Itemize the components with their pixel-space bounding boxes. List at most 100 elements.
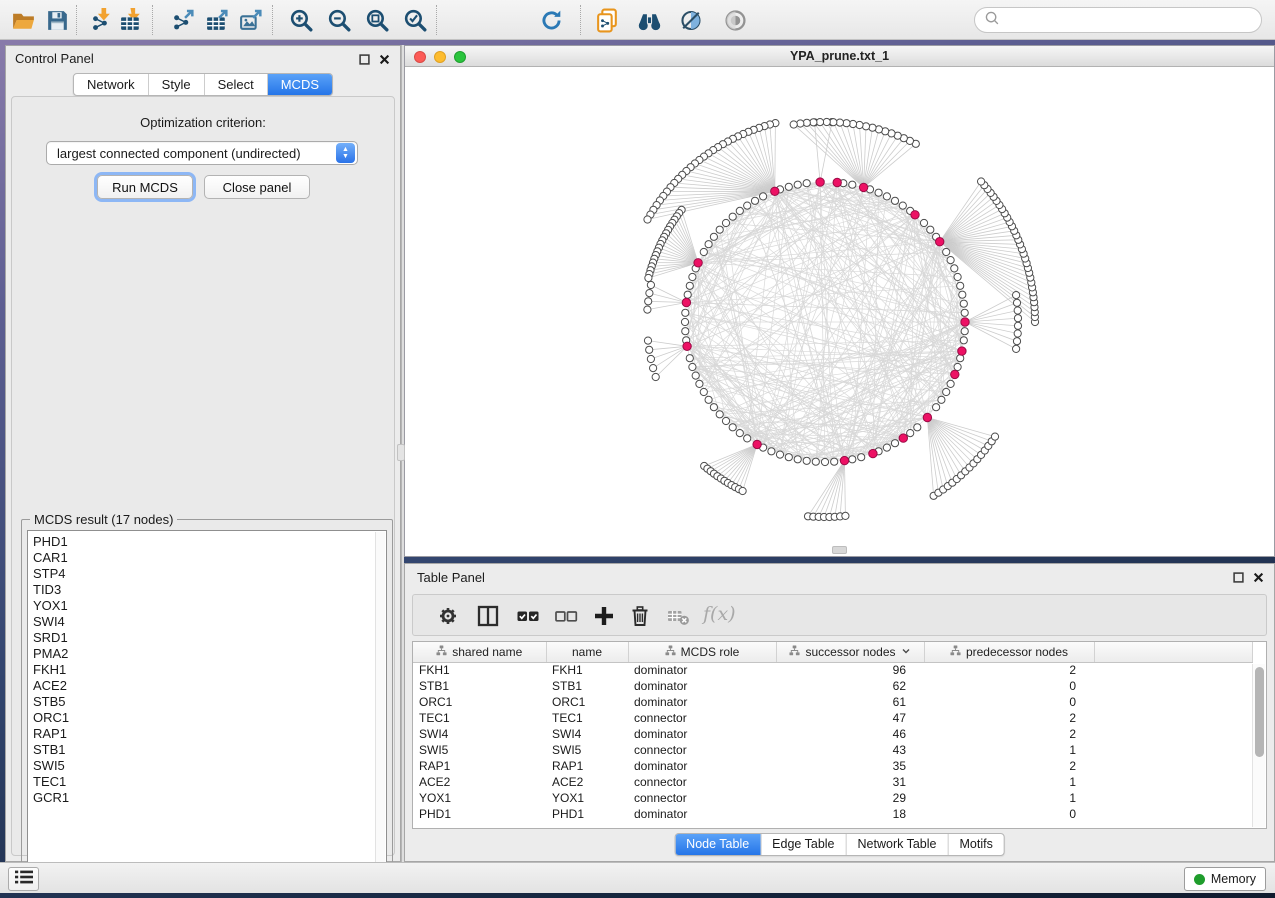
graph-node[interactable] [710, 233, 717, 240]
graph-node[interactable] [1014, 330, 1021, 337]
mcds-result-item[interactable]: GCR1 [28, 790, 386, 806]
graph-node[interactable] [646, 346, 653, 353]
search-box[interactable] [974, 7, 1262, 33]
tab-edge-table[interactable]: Edge Table [760, 834, 845, 855]
column-header-shared-name[interactable]: shared name [413, 642, 546, 662]
graph-node[interactable] [1014, 315, 1021, 322]
mcds-result-item[interactable]: ORC1 [28, 710, 386, 726]
mcds-result-item[interactable]: STP4 [28, 566, 386, 582]
table-row[interactable]: FKH1FKH1dominator962 [413, 662, 1252, 678]
column-header-successor-nodes[interactable]: successor nodes [776, 642, 924, 662]
graph-node[interactable] [957, 282, 964, 289]
table-row[interactable]: ACE2ACE2connector311 [413, 774, 1252, 790]
graph-node[interactable] [1014, 322, 1021, 329]
open-folder-icon[interactable] [10, 7, 37, 34]
window-close-button[interactable] [414, 51, 426, 63]
mcds-result-item[interactable]: PMA2 [28, 646, 386, 662]
graph-mcds-node[interactable] [923, 413, 931, 421]
graph-node[interactable] [736, 430, 743, 437]
mcds-result-item[interactable]: YOX1 [28, 598, 386, 614]
graph-node[interactable] [729, 213, 736, 220]
style-preview-icon[interactable] [678, 7, 705, 34]
graph-mcds-node[interactable] [683, 342, 691, 350]
import-network-icon[interactable] [88, 7, 115, 34]
mcds-result-item[interactable]: PHD1 [28, 534, 386, 550]
graph-node[interactable] [739, 487, 746, 494]
graph-node[interactable] [803, 457, 810, 464]
save-icon[interactable] [44, 7, 71, 34]
graph-node[interactable] [700, 248, 707, 255]
table-row[interactable]: RAP1RAP1dominator352 [413, 758, 1252, 774]
graph-mcds-node[interactable] [936, 238, 944, 246]
graph-node[interactable] [1013, 345, 1020, 352]
graph-node[interactable] [692, 372, 699, 379]
optimization-criterion-dropdown[interactable]: largest connected component (undirected)… [46, 141, 358, 165]
graph-node[interactable] [751, 197, 758, 204]
graph-node[interactable] [869, 124, 876, 131]
column-header-MCDS-role[interactable]: MCDS role [628, 642, 776, 662]
graph-node[interactable] [700, 388, 707, 395]
graph-mcds-node[interactable] [694, 259, 702, 267]
mcds-result-list[interactable]: PHD1CAR1STP4TID3YOX1SWI4SRD1PMA2FKH1ACE2… [27, 530, 387, 883]
graph-node[interactable] [729, 424, 736, 431]
graph-node[interactable] [686, 282, 693, 289]
graph-node[interactable] [891, 197, 898, 204]
graph-node[interactable] [899, 202, 906, 209]
graph-node[interactable] [883, 444, 890, 451]
horizontal-splitter-handle[interactable] [832, 546, 847, 554]
refresh-icon[interactable] [538, 7, 565, 34]
graph-node[interactable] [961, 309, 968, 316]
graph-node[interactable] [914, 424, 921, 431]
graph-node[interactable] [710, 404, 717, 411]
table-row[interactable]: ORC1ORC1dominator610 [413, 694, 1252, 710]
graph-mcds-node[interactable] [961, 318, 969, 326]
graph-node[interactable] [646, 290, 653, 297]
graph-node[interactable] [705, 241, 712, 248]
table-row[interactable]: SWI5SWI5connector431 [413, 742, 1252, 758]
table-row[interactable]: STB1STB1dominator620 [413, 678, 1252, 694]
graph-node[interactable] [644, 216, 651, 223]
graph-node[interactable] [843, 120, 850, 127]
clear-checks-icon[interactable] [553, 603, 579, 629]
graph-node[interactable] [849, 181, 856, 188]
graph-node[interactable] [722, 417, 729, 424]
graph-node[interactable] [716, 411, 723, 418]
graph-node[interactable] [645, 274, 652, 281]
graph-node[interactable] [891, 440, 898, 447]
mcds-result-item[interactable]: STB5 [28, 694, 386, 710]
graph-node[interactable] [959, 291, 966, 298]
graph-node[interactable] [645, 298, 652, 305]
graph-node[interactable] [716, 226, 723, 233]
graph-node[interactable] [927, 226, 934, 233]
export-table-icon[interactable] [204, 7, 231, 34]
graph-node[interactable] [794, 181, 801, 188]
graph-node[interactable] [960, 300, 967, 307]
mcds-result-item[interactable]: STB1 [28, 742, 386, 758]
graph-node[interactable] [1013, 338, 1020, 345]
graph-node[interactable] [681, 318, 688, 325]
clone-network-icon[interactable] [594, 7, 621, 34]
close-panel-button[interactable]: Close panel [204, 175, 310, 199]
graph-node[interactable] [991, 433, 998, 440]
tab-motifs[interactable]: Motifs [947, 834, 1003, 855]
window-zoom-button[interactable] [454, 51, 466, 63]
add-column-icon[interactable] [591, 603, 617, 629]
graph-node[interactable] [821, 458, 828, 465]
export-network-icon[interactable] [170, 7, 197, 34]
network-window-titlebar[interactable]: YPA_prune.txt_1 [405, 46, 1274, 67]
network-search-icon[interactable] [636, 7, 663, 34]
mcds-result-item[interactable]: RAP1 [28, 726, 386, 742]
graph-node[interactable] [790, 121, 797, 128]
column-header-predecessor-nodes[interactable]: predecessor nodes [924, 642, 1094, 662]
graph-node[interactable] [943, 248, 950, 255]
graph-node[interactable] [760, 193, 767, 200]
graph-node[interactable] [785, 454, 792, 461]
graph-node[interactable] [736, 207, 743, 214]
graph-node[interactable] [647, 281, 654, 288]
graph-node[interactable] [849, 456, 856, 463]
graph-mcds-node[interactable] [859, 183, 867, 191]
graph-node[interactable] [644, 306, 651, 313]
graph-node[interactable] [686, 355, 693, 362]
graph-node[interactable] [744, 435, 751, 442]
graph-node[interactable] [883, 193, 890, 200]
